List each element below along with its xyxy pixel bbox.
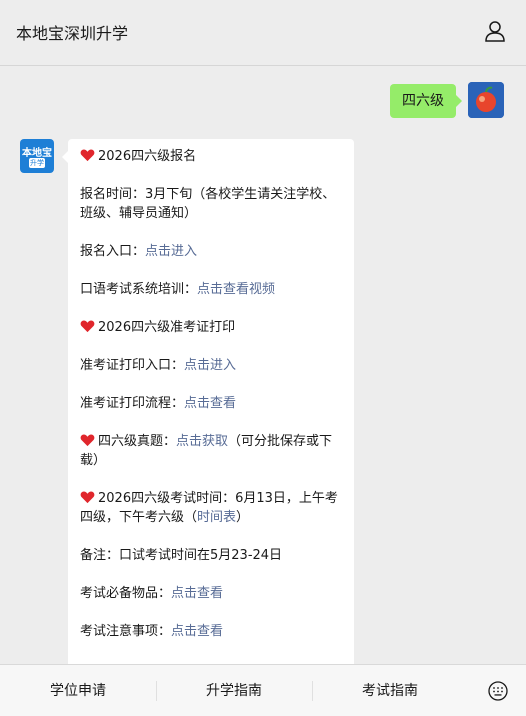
person-icon[interactable] [484, 20, 506, 42]
heart-icon [80, 434, 95, 447]
heart-icon [80, 320, 95, 333]
exam-items-link[interactable]: 点击查看 [171, 586, 223, 601]
user-avatar[interactable] [468, 82, 504, 118]
exam-notice-link[interactable]: 点击查看 [171, 624, 223, 639]
exam-schedule-link[interactable]: 时间表 [197, 510, 236, 525]
exam-notice: 考试注意事项：点击查看 [80, 624, 224, 639]
heart-icon [80, 491, 95, 504]
oral-training: 口语考试系统培训：点击查看视频 [80, 282, 276, 297]
registration-time: 报名时间：3月下旬（各校学生请关注学校、班级、辅导员通知） [80, 187, 336, 221]
exam-time: 2026四六级考试时间：6月13日，上午考四级，下午考六级（时间表） [80, 491, 338, 525]
oral-exam-note: 备注：口试考试时间在5月23-24日 [80, 548, 283, 563]
registration-entry-link[interactable]: 点击进入 [145, 244, 197, 259]
user-message-row: 四六级 [304, 82, 504, 122]
menu-tab-degree-application[interactable]: 学位申请 [0, 665, 156, 716]
user-message-bubble[interactable]: 四六级 [390, 84, 462, 118]
ticket-flow-link[interactable]: 点击查看 [184, 396, 236, 411]
section-title-registration: 2026四六级报名 [80, 147, 342, 166]
menu-tab-admission-guide[interactable]: 升学指南 [156, 665, 312, 716]
chat-header: 本地宝深圳升学 [0, 0, 526, 66]
bot-message-bubble: 2026四六级报名 报名时间：3月下旬（各校学生请关注学校、班级、辅导员通知） … [62, 139, 354, 679]
chat-title: 本地宝深圳升学 [16, 24, 129, 43]
oral-training-video-link[interactable]: 点击查看视频 [197, 282, 275, 297]
ticket-flow: 准考证打印流程：点击查看 [80, 396, 237, 411]
exam-items: 考试必备物品：点击查看 [80, 586, 224, 601]
registration-entry: 报名入口：点击进入 [80, 244, 198, 259]
past-papers-link[interactable]: 点击获取 [176, 434, 228, 449]
ticket-entry-link[interactable]: 点击进入 [184, 358, 236, 373]
past-papers: 四六级真题：点击获取（可分批保存或下载） [80, 434, 333, 468]
heart-icon [80, 149, 95, 162]
bot-avatar[interactable]: 本地宝 升学 [20, 139, 54, 173]
bottom-menu: 学位申请 升学指南 考试指南 [0, 664, 526, 716]
ticket-entry: 准考证打印入口：点击进入 [80, 358, 237, 373]
keyboard-icon[interactable] [488, 681, 508, 701]
section-title-admission-ticket: 2026四六级准考证打印 [80, 318, 342, 337]
menu-tab-exam-guide[interactable]: 考试指南 [312, 665, 468, 716]
apple-avatar-icon [468, 82, 504, 118]
